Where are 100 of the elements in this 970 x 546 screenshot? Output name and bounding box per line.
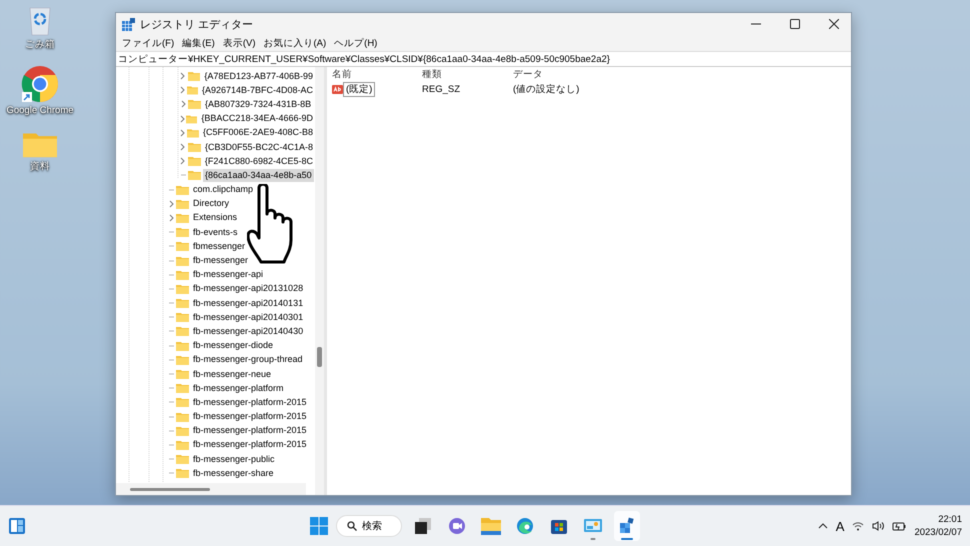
task-view-icon[interactable] bbox=[414, 517, 432, 535]
tree-item[interactable]: {C5FF006E-2AE9-408C-B8 bbox=[200, 126, 315, 140]
scrollbar-thumb[interactable] bbox=[317, 347, 322, 367]
folder-icon bbox=[176, 256, 189, 266]
tree-item[interactable]: {F241C880-6982-4CE5-8C bbox=[202, 154, 315, 168]
tree-item[interactable]: fb-messenger-api20140430 bbox=[191, 324, 306, 338]
folder-icon bbox=[176, 354, 189, 365]
column-header[interactable]: データ bbox=[513, 68, 851, 81]
clock-time[interactable]: 22:01 bbox=[938, 514, 962, 525]
folder-icon bbox=[186, 85, 198, 96]
folder-icon bbox=[188, 142, 201, 152]
folder-icon bbox=[188, 170, 201, 180]
folder-icon bbox=[176, 198, 189, 209]
table-cell-text: REG_SZ bbox=[422, 84, 462, 95]
chevron-icon[interactable] bbox=[180, 143, 186, 152]
scrollbar-thumb[interactable] bbox=[130, 488, 210, 491]
tree-item[interactable]: {86ca1aa0-34aa-4e8b-a50 bbox=[203, 168, 314, 182]
tree-item[interactable]: {A78ED123-AB77-406B-99 bbox=[202, 70, 315, 83]
tree-item[interactable]: fb-messenger-platform-2015 bbox=[191, 438, 309, 452]
table-cell-text: (値の設定なし) bbox=[513, 83, 580, 96]
registry-icon bbox=[122, 18, 135, 30]
menu-item[interactable]: 表示(V) bbox=[218, 36, 260, 50]
monitor-icon[interactable] bbox=[583, 517, 603, 535]
chevron-icon[interactable] bbox=[180, 114, 185, 123]
tree-item[interactable]: fb-messenger-public bbox=[191, 452, 277, 466]
folder-icon bbox=[176, 241, 189, 252]
folder-icon bbox=[176, 312, 189, 322]
chevron-up-icon[interactable] bbox=[818, 523, 828, 529]
wifi-icon[interactable] bbox=[852, 521, 864, 531]
tree-item[interactable]: fbmessenger bbox=[191, 240, 248, 253]
tree-item[interactable]: fb-messenger-api bbox=[191, 268, 266, 282]
tree-item[interactable]: fb-messenger-diode bbox=[191, 339, 276, 352]
column-header[interactable]: 名前 bbox=[332, 68, 422, 81]
widgets-icon[interactable] bbox=[8, 517, 26, 535]
folder-icon bbox=[187, 128, 199, 138]
tree-item[interactable]: fb-messenger-neue bbox=[191, 368, 274, 381]
folder-icon bbox=[176, 340, 189, 351]
folder-icon bbox=[176, 426, 189, 436]
folder-icon bbox=[176, 270, 189, 280]
tree-item[interactable]: Extensions bbox=[191, 211, 240, 224]
menu-item[interactable]: お気に入り(A) bbox=[259, 36, 330, 50]
store-icon[interactable] bbox=[550, 517, 568, 535]
chevron-icon[interactable] bbox=[180, 100, 186, 108]
tree-item[interactable]: fb-messenger-platform bbox=[191, 382, 286, 395]
battery-icon[interactable] bbox=[892, 521, 906, 531]
folder-icon bbox=[176, 369, 189, 380]
tree-item[interactable]: fb-messenger-platform-2015 bbox=[191, 410, 309, 424]
folder-icon bbox=[188, 156, 201, 166]
folder-icon bbox=[176, 298, 189, 308]
folder-icon bbox=[186, 114, 198, 124]
maximize-icon bbox=[790, 19, 800, 29]
tree-item[interactable]: fb-messenger-platform-2015 bbox=[191, 396, 309, 409]
tree-item[interactable]: fb-messenger-api20140131 bbox=[191, 296, 306, 310]
tree-item[interactable]: fb-messenger-group-thread bbox=[191, 353, 305, 366]
tree-item[interactable]: fb-messenger bbox=[191, 254, 250, 268]
chevron-icon[interactable] bbox=[180, 86, 185, 94]
folder-icon bbox=[188, 71, 200, 82]
tree-item[interactable]: Directory bbox=[191, 197, 232, 210]
tree-item[interactable]: fb-messenger-share bbox=[191, 466, 276, 480]
chevron-icon[interactable] bbox=[180, 128, 186, 137]
folder-icon bbox=[176, 284, 189, 294]
taskbar-button[interactable] bbox=[614, 511, 640, 541]
column-header[interactable]: 種類 bbox=[422, 68, 513, 81]
folder-icon bbox=[188, 99, 201, 110]
tree-item[interactable]: fb-messenger-api20131028 bbox=[191, 282, 306, 296]
folder-icon bbox=[176, 326, 189, 336]
folder-icon bbox=[176, 440, 189, 450]
tree-item[interactable]: fb-messenger-api20140301 bbox=[191, 310, 306, 324]
start-icon[interactable] bbox=[310, 517, 328, 535]
registry-icon[interactable] bbox=[618, 517, 636, 535]
value-name[interactable]: (既定) bbox=[344, 83, 374, 96]
clock-date[interactable]: 2023/02/07 bbox=[914, 527, 962, 538]
menu-item[interactable]: ファイル(F) bbox=[118, 36, 178, 50]
chat-icon[interactable] bbox=[448, 517, 466, 535]
volume-icon[interactable] bbox=[872, 521, 884, 531]
chevron-icon[interactable] bbox=[168, 214, 174, 222]
window-title: レジストリ エディター bbox=[140, 18, 254, 32]
folder-icon bbox=[176, 397, 189, 408]
address-bar[interactable]: コンピューター¥HKEY_CURRENT_USER¥Software¥Classes¥CLSID¥{86ca1aa0-34aa-4e8b-a509-50c905bae2a2} bbox=[116, 51, 851, 67]
tree-item[interactable]: com.clipchamp bbox=[191, 183, 256, 196]
chevron-icon[interactable] bbox=[180, 157, 186, 166]
folder-icon[interactable] bbox=[481, 517, 501, 535]
folder-icon bbox=[176, 468, 189, 478]
edge-icon[interactable] bbox=[516, 517, 534, 535]
search-button[interactable]: 検索 bbox=[336, 515, 402, 537]
tree-item[interactable]: {BBACC218-34EA-4666-9D bbox=[199, 112, 315, 126]
chrome-icon[interactable] bbox=[21, 65, 59, 103]
chevron-icon[interactable] bbox=[180, 72, 186, 80]
ime-indicator[interactable]: A bbox=[836, 518, 844, 534]
folder-icon bbox=[176, 383, 189, 394]
tree-item[interactable]: {A926714B-7BFC-4D08-AC bbox=[200, 84, 315, 97]
folder-icon bbox=[176, 184, 189, 195]
chevron-icon[interactable] bbox=[168, 200, 174, 208]
menu-item[interactable]: 編集(E) bbox=[178, 36, 219, 50]
search-icon bbox=[347, 521, 357, 531]
tree-item[interactable]: {AB807329-7324-431B-8B bbox=[203, 98, 314, 111]
tree-item[interactable]: fb-messenger-platform-2015 bbox=[191, 424, 309, 438]
tree-item[interactable]: fb-events-s bbox=[191, 226, 240, 239]
menu-item[interactable]: ヘルプ(H) bbox=[330, 36, 382, 50]
tree-item[interactable]: {CB3D0F55-BC2C-4C1A-8 bbox=[202, 140, 315, 154]
